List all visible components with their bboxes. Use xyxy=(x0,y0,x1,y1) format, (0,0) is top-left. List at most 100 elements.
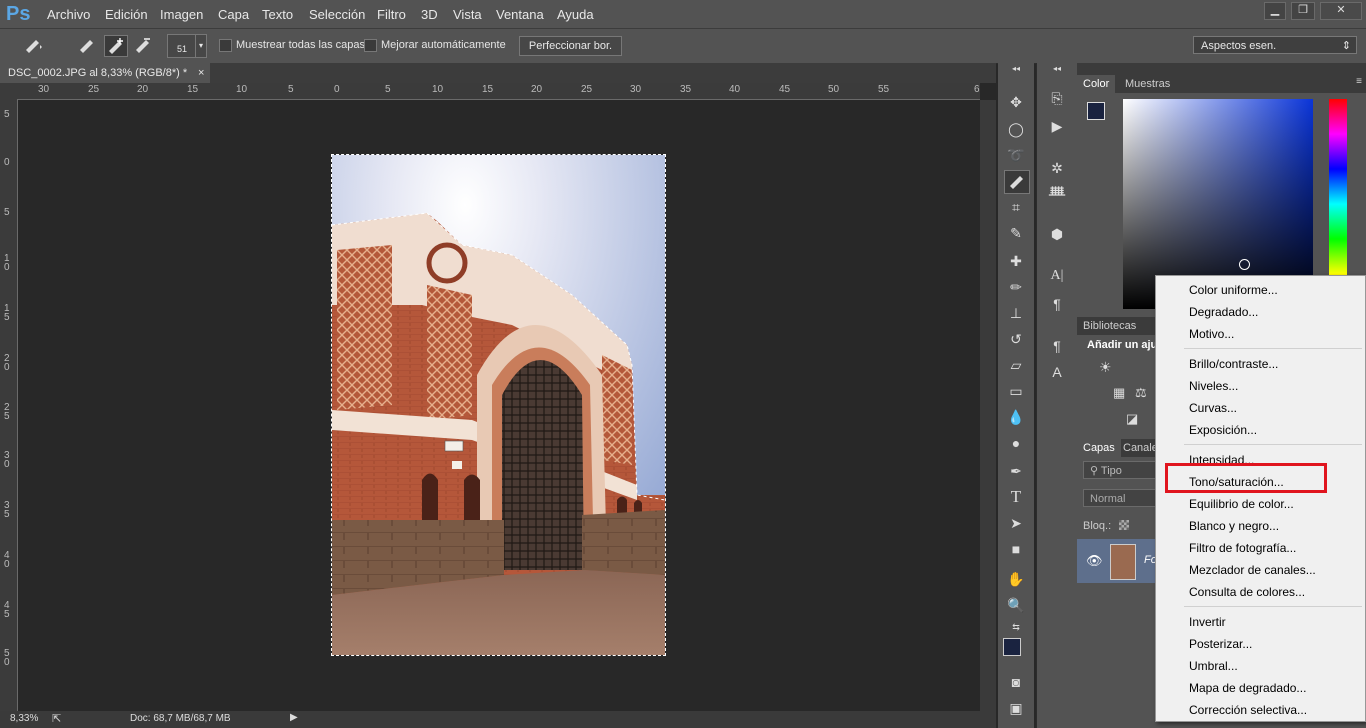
layer-filter-search[interactable]: ⚲ Tipo xyxy=(1083,461,1163,479)
lock-transparency-icon[interactable] xyxy=(1119,520,1129,530)
screen-mode-icon[interactable]: ▣ xyxy=(1004,697,1028,719)
menu-ayuda[interactable]: Ayuda xyxy=(557,7,594,22)
paragraph-styles-icon[interactable]: ¶ xyxy=(1045,335,1069,357)
menu-vista[interactable]: Vista xyxy=(453,7,482,22)
menu-item-niveles[interactable]: Niveles... xyxy=(1189,379,1238,393)
brush-size-picker[interactable]: 51 xyxy=(167,34,197,58)
crop-tool-icon[interactable]: ⌗ xyxy=(1004,196,1028,218)
lasso-tool-icon[interactable]: ➰ xyxy=(1004,144,1028,166)
menu-ventana[interactable]: Ventana xyxy=(496,7,544,22)
pen-tool-icon[interactable]: ✒ xyxy=(1004,460,1028,482)
menu-item-exposicion[interactable]: Exposición... xyxy=(1189,423,1257,437)
document-tab[interactable]: DSC_0002.JPG al 8,33% (RGB/8*) * × xyxy=(0,63,210,83)
tab-color[interactable]: Color xyxy=(1077,75,1116,93)
zoom-tool-icon[interactable]: 🔍 xyxy=(1004,594,1028,616)
tab-layers[interactable]: Capas xyxy=(1077,439,1121,457)
brush-panel-icon[interactable]: ✲ xyxy=(1045,157,1069,179)
menu-item-invertir[interactable]: Invertir xyxy=(1189,615,1226,629)
sample-all-layers-checkbox[interactable] xyxy=(219,39,232,52)
menu-item-brillo-contraste[interactable]: Brillo/contraste... xyxy=(1189,357,1278,371)
shape-tool-icon[interactable]: ■ xyxy=(1004,538,1028,560)
minimize-button[interactable]: ▁ xyxy=(1264,2,1286,20)
collapse-arrows-icon[interactable]: ◂◂ xyxy=(1004,63,1028,75)
menu-item-motivo[interactable]: Motivo... xyxy=(1189,327,1234,341)
character-styles-icon[interactable]: A xyxy=(1045,361,1069,383)
tab-swatches[interactable]: Muestras xyxy=(1119,75,1176,93)
color-balance-adjustment-icon[interactable]: ⚖ xyxy=(1135,385,1147,401)
3d-panel-icon[interactable]: ⬢ xyxy=(1045,223,1069,245)
status-menu-arrow-icon[interactable]: ▶ xyxy=(290,712,298,723)
foreground-color-swatch[interactable] xyxy=(1003,638,1021,656)
menu-archivo[interactable]: Archivo xyxy=(47,7,90,22)
quick-mask-icon[interactable]: ◙ xyxy=(1004,671,1028,693)
menu-seleccion[interactable]: Selección xyxy=(309,7,365,22)
menu-capa[interactable]: Capa xyxy=(218,7,249,22)
share-icon[interactable]: ⇱ xyxy=(52,712,61,725)
blur-tool-icon[interactable]: 💧 xyxy=(1004,406,1028,428)
panel-menu-icon[interactable]: ≡ xyxy=(1356,76,1362,87)
history-panel-icon[interactable]: ⎘ xyxy=(1045,87,1069,109)
menu-item-posterizar[interactable]: Posterizar... xyxy=(1189,637,1252,651)
menu-item-umbral[interactable]: Umbral... xyxy=(1189,659,1238,673)
menu-imagen[interactable]: Imagen xyxy=(160,7,203,22)
ruler-left[interactable]: 5 0 5 1 0 1 5 2 0 2 5 3 0 3 5 4 0 4 5 5 … xyxy=(0,99,18,711)
character-panel-icon[interactable]: A| xyxy=(1045,265,1069,287)
document-image[interactable] xyxy=(331,154,666,656)
auto-enhance-checkbox[interactable] xyxy=(364,39,377,52)
menu-item-blanco-negro[interactable]: Blanco y negro... xyxy=(1189,519,1279,533)
blend-mode-select[interactable]: Normal xyxy=(1083,489,1163,507)
close-window-button[interactable]: ✕ xyxy=(1320,2,1362,20)
path-selection-tool-icon[interactable]: ➤ xyxy=(1004,512,1028,534)
menu-item-curvas[interactable]: Curvas... xyxy=(1189,401,1237,415)
menu-item-mezclador-canales[interactable]: Mezclador de canales... xyxy=(1189,563,1316,577)
close-tab-icon[interactable]: × xyxy=(198,63,204,83)
collapse-arrows-icon[interactable]: ◂◂ xyxy=(1045,63,1069,75)
hand-tool-icon[interactable]: ✋ xyxy=(1004,568,1028,590)
ruler-top[interactable]: 30 25 20 15 10 5 0 5 10 15 20 25 30 35 4… xyxy=(18,83,980,100)
menu-item-color-uniforme[interactable]: Color uniforme... xyxy=(1189,283,1278,297)
menu-edicion[interactable]: Edición xyxy=(105,7,148,22)
healing-brush-tool-icon[interactable]: ✚ xyxy=(1004,250,1028,272)
history-brush-tool-icon[interactable]: ↺ xyxy=(1004,328,1028,350)
eyedropper-tool-icon[interactable]: ✎ xyxy=(1004,222,1028,244)
menu-item-degradado[interactable]: Degradado... xyxy=(1189,305,1258,319)
menu-item-filtro-fotografia[interactable]: Filtro de fotografía... xyxy=(1189,541,1296,555)
zoom-level[interactable]: 8,33% xyxy=(10,713,38,724)
dodge-tool-icon[interactable]: ● xyxy=(1004,432,1028,454)
menu-separator xyxy=(1184,444,1362,445)
menu-texto[interactable]: Texto xyxy=(262,7,293,22)
type-tool-icon[interactable]: T xyxy=(1004,486,1028,508)
paragraph-panel-icon[interactable]: ¶ xyxy=(1045,293,1069,315)
actions-panel-icon[interactable]: ▶ xyxy=(1045,115,1069,137)
vertical-scrollbar[interactable] xyxy=(980,100,996,711)
eye-visibility-icon[interactable]: 👁 xyxy=(1086,553,1103,569)
restore-button[interactable]: ❐ xyxy=(1291,2,1315,20)
tab-libraries[interactable]: Bibliotecas xyxy=(1077,317,1142,335)
menu-item-equilibrio-color[interactable]: Equilibrio de color... xyxy=(1189,497,1294,511)
marquee-tool-icon[interactable]: ◯ xyxy=(1004,118,1028,140)
add-to-selection-brush-icon[interactable] xyxy=(104,35,128,57)
menu-item-mapa-degradado[interactable]: Mapa de degradado... xyxy=(1189,681,1306,695)
menu-3d[interactable]: 3D xyxy=(421,7,438,22)
black-white-adjustment-icon[interactable]: ▦ xyxy=(1113,385,1125,401)
eraser-tool-icon[interactable]: ▱ xyxy=(1004,354,1028,376)
quick-selection-preset-icon[interactable] xyxy=(22,35,44,55)
brightness-adjustment-icon[interactable]: ☀ xyxy=(1099,359,1112,376)
menu-item-consulta-colores[interactable]: Consulta de colores... xyxy=(1189,585,1305,599)
subtract-selection-brush-icon[interactable] xyxy=(132,35,154,55)
quick-selection-tool-icon[interactable] xyxy=(1004,170,1030,194)
clone-stamp-tool-icon[interactable]: ⊥ xyxy=(1004,302,1028,324)
gradient-tool-icon[interactable]: ▭ xyxy=(1004,380,1028,402)
brush-presets-icon[interactable]: ᚙ xyxy=(1045,183,1069,205)
menu-filtro[interactable]: Filtro xyxy=(377,7,406,22)
new-selection-brush-icon[interactable] xyxy=(76,35,98,55)
workspace-select[interactable]: Aspectos esen. ⇕ xyxy=(1193,36,1357,54)
brush-tool-icon[interactable]: ✏ xyxy=(1004,276,1028,298)
color-panel-foreground-swatch[interactable] xyxy=(1087,102,1105,120)
swap-colors-icon[interactable]: ⇆ xyxy=(1004,620,1028,634)
refine-edge-button[interactable]: Perfeccionar bor. xyxy=(519,36,622,56)
invert-adjustment-icon[interactable]: ◪ xyxy=(1126,411,1138,427)
brush-size-dropdown-icon[interactable]: ▾ xyxy=(195,34,207,58)
menu-item-correccion-selectiva[interactable]: Corrección selectiva... xyxy=(1189,703,1307,717)
move-tool-icon[interactable]: ✥ xyxy=(1004,91,1028,113)
